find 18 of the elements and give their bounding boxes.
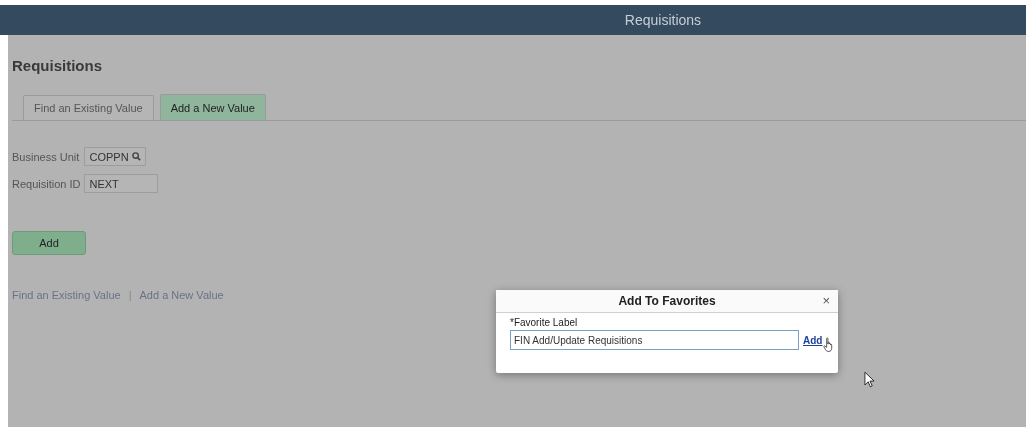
field-label: *Favorite Label [510, 317, 579, 328]
add-link[interactable]: Add [803, 334, 823, 346]
tab[interactable]: Add a New Value [159, 94, 266, 120]
favorite-label-field[interactable]: FIN Add/Update Requisitions [510, 330, 799, 350]
field-label: Business Unit [12, 150, 81, 163]
field-label: Requisition ID [12, 177, 81, 190]
arrow-cursor-icon [864, 371, 875, 388]
input-field[interactable]: NEXT [84, 174, 159, 193]
search-icon[interactable] [132, 152, 142, 161]
input-field[interactable]: COPPN [84, 147, 147, 166]
separator: | [128, 289, 132, 301]
add-button[interactable]: Add [12, 231, 86, 255]
close-button[interactable]: × [822, 293, 830, 308]
dialog-title: Add To Favorites [618, 294, 716, 308]
tab[interactable]: Find an Existing Value [23, 95, 154, 120]
header-title: Requisitions [624, 12, 702, 28]
page-title: Requisitions [12, 57, 103, 74]
hand-cursor-icon [823, 337, 834, 352]
